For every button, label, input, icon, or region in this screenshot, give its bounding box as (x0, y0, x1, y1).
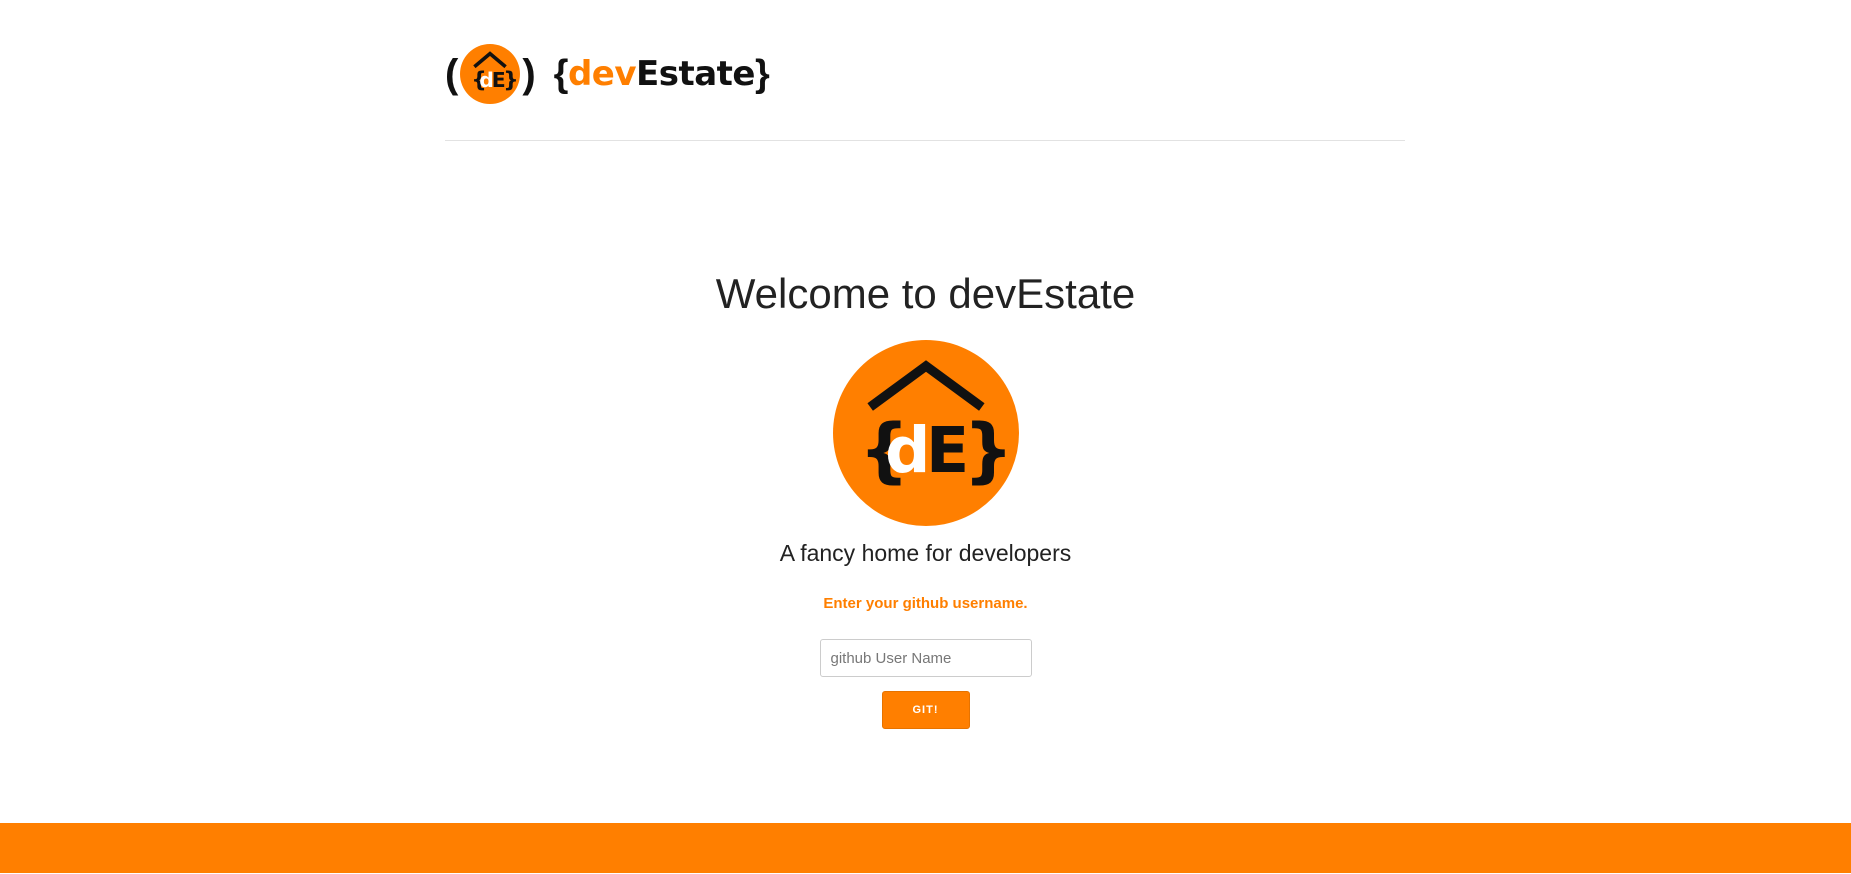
svg-text:}: } (963, 408, 1013, 491)
site-header: ( { d E } ) { dev Estate } (445, 0, 1405, 141)
logo-right-paren: ) (522, 52, 536, 96)
devestate-house-logo-icon: { d E } (460, 44, 521, 104)
logo-text-dev: dev (567, 54, 637, 94)
github-username-input[interactable] (819, 639, 1032, 677)
logo-open-brace: { (553, 53, 569, 95)
svg-text:}: } (504, 68, 519, 93)
logo-wordmark: { dev Estate } (554, 55, 770, 93)
brand-logo-link[interactable]: ( { d E } ) { dev Estate } (445, 42, 770, 106)
tagline: A fancy home for developers (779, 540, 1072, 566)
git-button[interactable]: GIT! (881, 691, 970, 729)
svg-text:d: d (885, 413, 930, 487)
logo-left-paren: ( (445, 52, 459, 96)
username-prompt: Enter your github username. (823, 595, 1028, 612)
devestate-house-logo-icon: { d E } (832, 340, 1019, 526)
logo-close-brace: } (755, 53, 770, 95)
footer-bar (0, 823, 1851, 873)
page-title: Welcome to devEstate (715, 270, 1136, 317)
logo-text-estate: Estate (636, 54, 755, 94)
page: ( { d E } ) { dev Estate } Welcome to de… (0, 0, 1851, 874)
hero-section: Welcome to devEstate { d E } A fancy hom… (0, 262, 1851, 729)
